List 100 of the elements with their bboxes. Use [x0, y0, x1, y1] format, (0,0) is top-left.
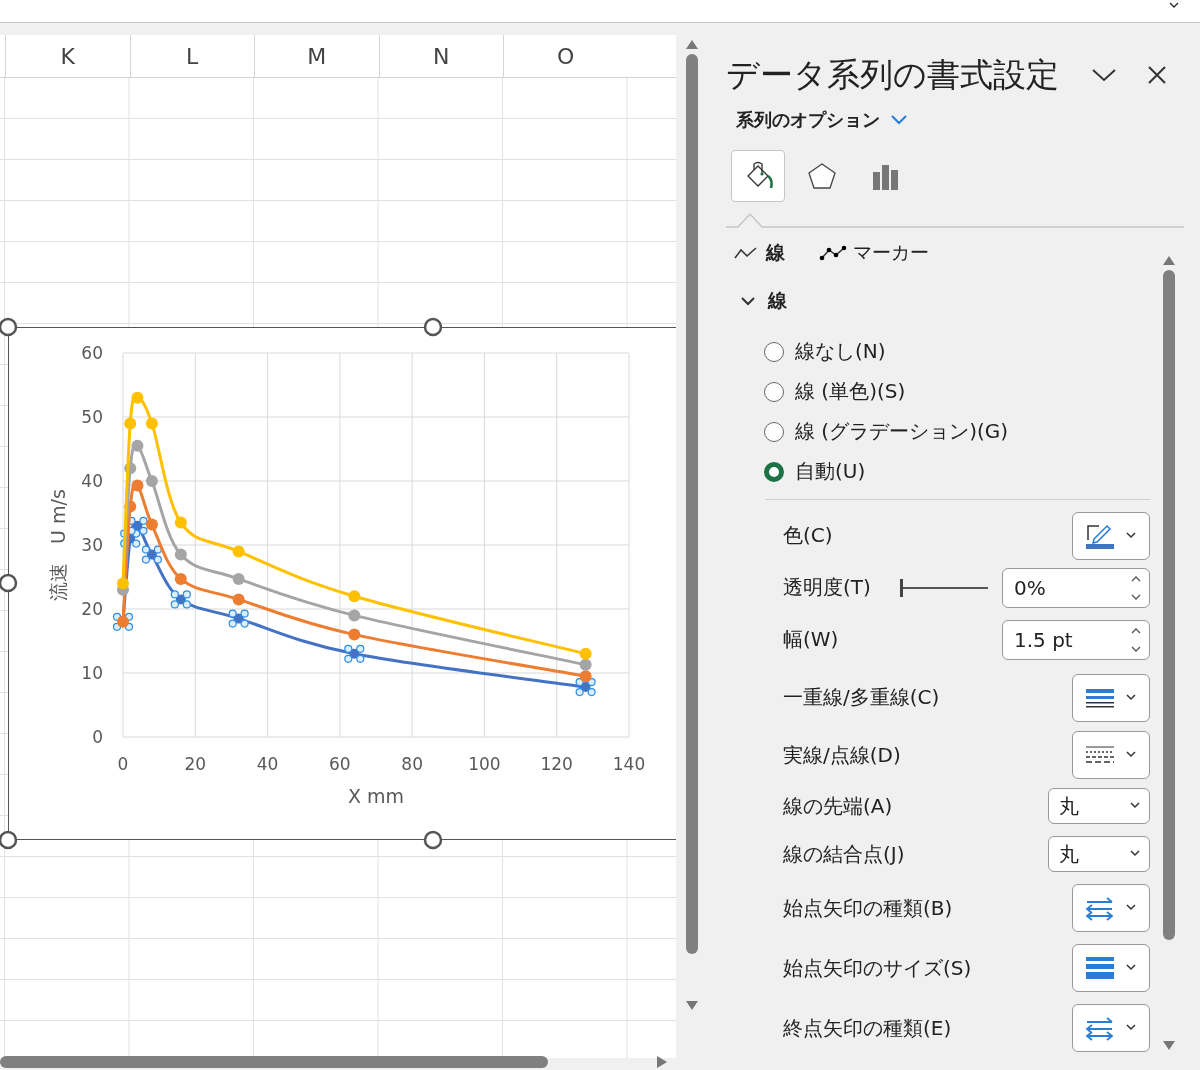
transparency-spinner[interactable]: 0%	[1002, 567, 1150, 608]
scroll-right-icon[interactable]	[656, 1055, 668, 1069]
data-series[interactable]	[117, 479, 592, 683]
y-tick-label: 50	[81, 407, 103, 427]
point	[131, 479, 144, 492]
resize-handle[interactable]	[423, 317, 443, 337]
expand-chevron-icon[interactable]	[1168, 0, 1180, 10]
point	[232, 572, 245, 585]
slider-thumb[interactable]	[900, 578, 903, 597]
arrow-type-button[interactable]	[1072, 1004, 1150, 1052]
panel-scrollbar-thumb[interactable]	[1163, 270, 1175, 940]
horizontal-scrollbar-thumb[interactable]	[0, 1056, 548, 1068]
dash-type-button[interactable]	[1072, 731, 1150, 779]
subtab[interactable]: 線	[734, 240, 785, 266]
y-tick-label: 40	[81, 471, 103, 491]
chevron-down-icon	[1125, 1024, 1137, 1032]
x-tick-label: 0	[117, 754, 129, 774]
spin-arrows-icon	[1131, 574, 1141, 601]
section-header[interactable]: 線	[740, 288, 787, 314]
point	[131, 391, 144, 404]
pentagon-icon	[808, 163, 836, 189]
point	[174, 516, 187, 529]
setting-label: 始点矢印の種類(B)	[783, 894, 953, 922]
close-button[interactable]	[1147, 65, 1167, 85]
x-tick-label: 20	[184, 754, 207, 774]
point	[145, 518, 158, 531]
point	[232, 545, 245, 558]
chevron-down-icon	[1125, 531, 1137, 540]
x-tick-label: 60	[329, 754, 351, 774]
point	[174, 572, 187, 585]
x-tick-label: 80	[401, 754, 423, 774]
column-header[interactable]: N	[378, 35, 503, 77]
collapse-button[interactable]	[1091, 67, 1117, 83]
x-tick-label: 100	[468, 754, 501, 774]
chevron-down-icon	[890, 114, 908, 126]
point	[348, 590, 361, 603]
resize-handle[interactable]	[0, 830, 18, 850]
point	[232, 593, 245, 606]
x-tick-label: 40	[256, 754, 279, 774]
chevron-down-icon	[1125, 904, 1137, 912]
y-tick-label: 0	[92, 727, 103, 747]
x-tick-label: 120	[540, 754, 573, 774]
point	[174, 548, 187, 561]
paint-bucket-icon	[747, 161, 773, 189]
double-arrow-icon	[1085, 1014, 1115, 1042]
close-icon	[1147, 65, 1167, 85]
setting-label: 実線/点線(D)	[783, 741, 901, 769]
chevron-down-icon	[1091, 67, 1117, 83]
format-tab[interactable]	[731, 150, 785, 202]
point	[145, 475, 158, 487]
panel-title: データ系列の書式設定	[726, 53, 1059, 96]
y-tick-label: 10	[81, 663, 103, 683]
cap-type-dropdown[interactable]: 丸	[1048, 788, 1150, 824]
setting-label: 一重線/多重線(C)	[783, 684, 940, 711]
cap-type-dropdown[interactable]: 丸	[1048, 836, 1150, 872]
point	[145, 417, 158, 430]
data-series[interactable]	[117, 439, 592, 671]
chevron-down-icon	[1129, 802, 1141, 810]
scroll-up-icon[interactable]	[685, 38, 699, 50]
x-axis-title: X mm	[347, 785, 405, 807]
bar-chart-icon	[873, 165, 898, 190]
arrow-type-button[interactable]	[1072, 884, 1150, 932]
chevron-down-icon	[1125, 964, 1137, 972]
setting-label: 幅(W)	[783, 626, 839, 653]
radio-button[interactable]	[764, 421, 784, 442]
column-header[interactable]: K	[5, 35, 130, 77]
setting-label: 始点矢印のサイズ(S)	[783, 954, 972, 982]
scroll-down-icon[interactable]	[1162, 1040, 1176, 1052]
resize-handle[interactable]	[0, 573, 18, 593]
resize-handle[interactable]	[423, 830, 443, 850]
point	[117, 577, 129, 590]
point	[348, 628, 361, 641]
y-tick-label: 60	[81, 343, 103, 363]
radio-button[interactable]	[764, 381, 784, 402]
point	[348, 609, 361, 622]
double-arrow-icon	[1085, 894, 1115, 922]
width-spinner[interactable]: 1.5 pt	[1002, 619, 1150, 660]
resize-handle[interactable]	[0, 317, 18, 337]
point	[579, 658, 592, 671]
subtab[interactable]: マーカー	[819, 240, 929, 266]
y-axis-title: 流速 U m/s	[47, 489, 69, 601]
radio-button[interactable]	[764, 461, 784, 482]
chevron-down-icon	[740, 295, 756, 307]
data-series[interactable]	[117, 391, 592, 660]
column-header[interactable]: M	[254, 35, 379, 77]
scroll-up-icon[interactable]	[1162, 254, 1176, 266]
column-header[interactable]: O	[503, 35, 628, 77]
arrow-size-button[interactable]	[1072, 944, 1150, 992]
setting-label: 線の結合点(J)	[783, 840, 905, 868]
size-bars-icon	[1085, 954, 1115, 982]
point	[579, 647, 592, 660]
vertical-scrollbar-thumb[interactable]	[686, 54, 698, 954]
chevron-down-icon	[1129, 850, 1141, 858]
compound-type-button[interactable]	[1072, 673, 1150, 722]
line-color-button[interactable]	[1072, 511, 1150, 560]
setting-label: 終点矢印の種類(E)	[783, 1014, 952, 1042]
scroll-down-icon[interactable]	[685, 1000, 699, 1012]
column-header[interactable]: L	[129, 35, 254, 77]
radio-button[interactable]	[764, 341, 784, 362]
series-options-dropdown[interactable]: 系列のオプション	[736, 108, 908, 132]
